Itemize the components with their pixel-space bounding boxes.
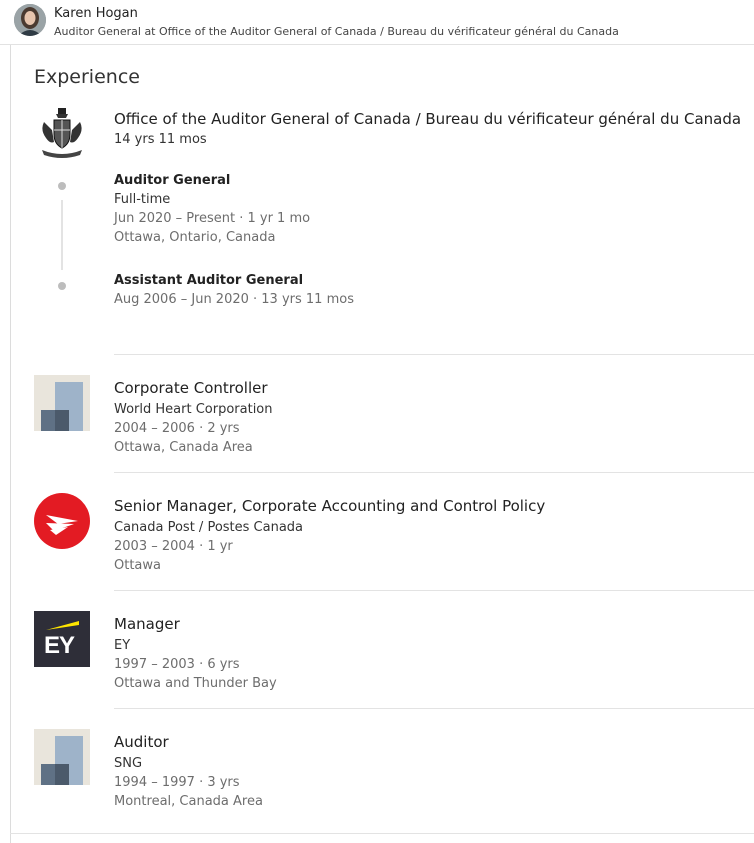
oag-coat-of-arms-logo[interactable] (34, 104, 90, 160)
position-dates: 1994 – 1997 · 3 yrs (114, 775, 240, 790)
position-dates: 2003 – 2004 · 1 yr (114, 539, 233, 554)
divider (114, 472, 754, 473)
position-dates: 2004 – 2006 · 2 yrs (114, 421, 240, 436)
timeline-line (61, 200, 63, 270)
position-company: World Heart Corporation (114, 402, 273, 417)
role-dates: Jun 2020 – Present · 1 yr 1 mo (114, 211, 311, 226)
oag-company-name[interactable]: Office of the Auditor General of Canada … (114, 110, 741, 128)
avatar[interactable] (14, 4, 46, 36)
role-title-auditor-general[interactable]: Auditor General (114, 173, 230, 188)
section-bottom-border (10, 833, 754, 834)
experience-heading: Experience (34, 66, 140, 88)
role-location: Ottawa, Ontario, Canada (114, 230, 276, 245)
divider (114, 354, 754, 355)
position-location: Ottawa, Canada Area (114, 440, 253, 455)
position-title[interactable]: Manager (114, 615, 180, 633)
ey-logo-text: EY (44, 632, 75, 659)
position-location: Ottawa and Thunder Bay (114, 676, 277, 691)
profile-headline: Auditor General at Office of the Auditor… (54, 25, 619, 38)
left-border (10, 45, 11, 843)
position-location: Montreal, Canada Area (114, 794, 263, 809)
position-title[interactable]: Corporate Controller (114, 379, 268, 397)
company-placeholder-logo[interactable] (34, 375, 90, 431)
role-employment-type: Full-time (114, 192, 171, 207)
position-location: Ottawa (114, 558, 161, 573)
role-title-assistant-auditor-general[interactable]: Assistant Auditor General (114, 273, 303, 288)
timeline-dot (58, 182, 66, 190)
divider (114, 590, 754, 591)
ey-logo[interactable]: EY (34, 611, 90, 667)
divider (114, 708, 754, 709)
company-placeholder-logo[interactable] (34, 729, 90, 785)
position-company: SNG (114, 756, 143, 771)
position-dates: 1997 – 2003 · 6 yrs (114, 657, 240, 672)
canada-post-logo[interactable] (34, 493, 90, 549)
profile-topbar: Karen Hogan Auditor General at Office of… (0, 0, 754, 45)
role-dates: Aug 2006 – Jun 2020 · 13 yrs 11 mos (114, 292, 354, 307)
position-title[interactable]: Auditor (114, 733, 169, 751)
position-title[interactable]: Senior Manager, Corporate Accounting and… (114, 497, 545, 515)
profile-name[interactable]: Karen Hogan (54, 6, 138, 21)
timeline-dot (58, 282, 66, 290)
position-company: EY (114, 638, 131, 653)
oag-total-duration: 14 yrs 11 mos (114, 132, 207, 147)
position-company: Canada Post / Postes Canada (114, 520, 304, 535)
